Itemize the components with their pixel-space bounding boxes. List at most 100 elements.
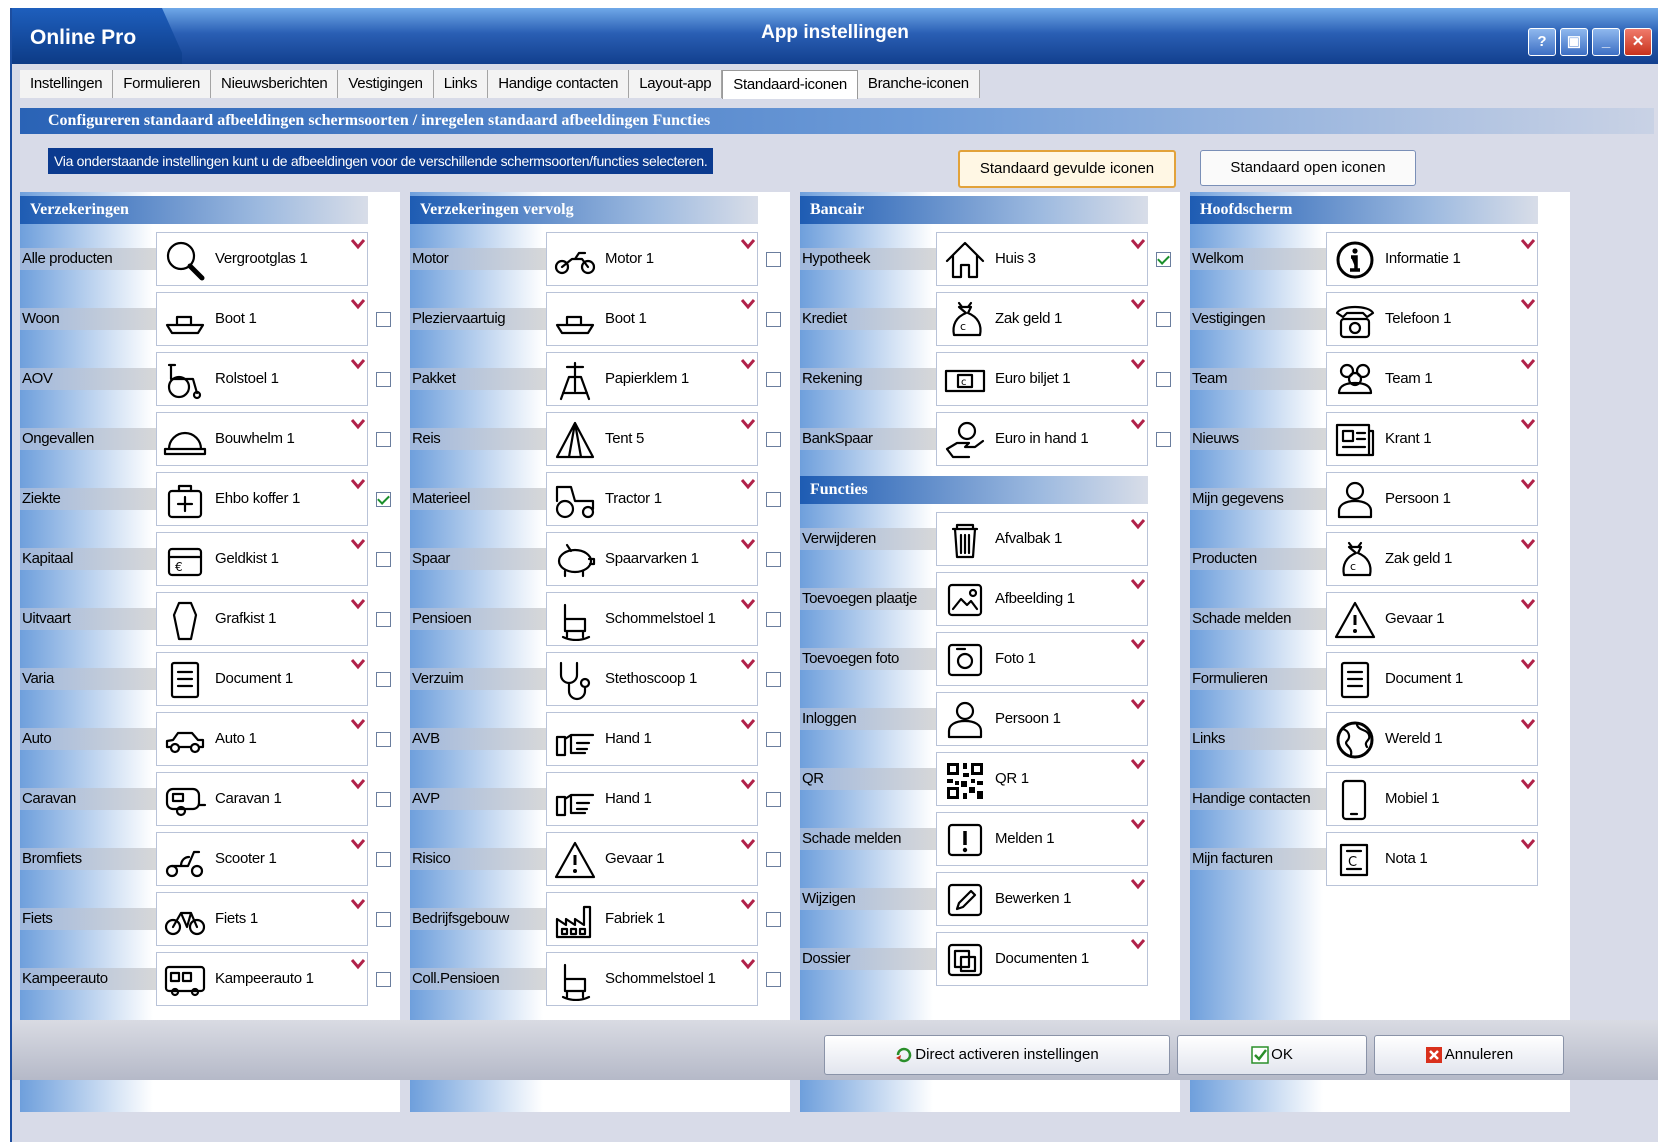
chevron-down-icon[interactable] xyxy=(741,297,755,311)
icon-select[interactable]: Krant 1 xyxy=(1326,412,1538,466)
chevron-down-icon[interactable] xyxy=(1521,597,1535,611)
enable-checkbox[interactable] xyxy=(376,312,391,327)
chevron-down-icon[interactable] xyxy=(1521,237,1535,251)
tab-vestigingen[interactable]: Vestigingen xyxy=(338,70,434,98)
icon-select[interactable]: Afbeelding 1 xyxy=(936,572,1148,626)
icon-select[interactable]: Scooter 1 xyxy=(156,832,368,886)
icon-select[interactable]: Papierklem 1 xyxy=(546,352,758,406)
enable-checkbox[interactable] xyxy=(376,492,391,507)
tab-standaard-iconen[interactable]: Standaard-iconen xyxy=(722,70,858,99)
enable-checkbox[interactable] xyxy=(766,972,781,987)
icon-select[interactable]: Bouwhelm 1 xyxy=(156,412,368,466)
tab-instellingen[interactable]: Instellingen xyxy=(20,70,114,98)
enable-checkbox[interactable] xyxy=(766,492,781,507)
chevron-down-icon[interactable] xyxy=(741,897,755,911)
icon-select[interactable]: c Zak geld 1 xyxy=(1326,532,1538,586)
icon-select[interactable]: Boot 1 xyxy=(156,292,368,346)
icon-select[interactable]: QR 1 xyxy=(936,752,1148,806)
icon-select[interactable]: Rolstoel 1 xyxy=(156,352,368,406)
enable-checkbox[interactable] xyxy=(376,972,391,987)
tab-formulieren[interactable]: Formulieren xyxy=(113,70,212,98)
icon-select[interactable]: Grafkist 1 xyxy=(156,592,368,646)
enable-checkbox[interactable] xyxy=(766,672,781,687)
icon-select[interactable]: c Euro biljet 1 xyxy=(936,352,1148,406)
cancel-button[interactable]: Annuleren xyxy=(1374,1035,1564,1075)
enable-checkbox[interactable] xyxy=(1156,312,1171,327)
enable-checkbox[interactable] xyxy=(766,852,781,867)
chevron-down-icon[interactable] xyxy=(1521,477,1535,491)
icon-select[interactable]: Bewerken 1 xyxy=(936,872,1148,926)
icon-select[interactable]: Vergrootglas 1 xyxy=(156,232,368,286)
icon-select[interactable]: Caravan 1 xyxy=(156,772,368,826)
chevron-down-icon[interactable] xyxy=(351,777,365,791)
icon-select[interactable]: Persoon 1 xyxy=(936,692,1148,746)
enable-checkbox[interactable] xyxy=(766,612,781,627)
chevron-down-icon[interactable] xyxy=(741,717,755,731)
tab-links[interactable]: Links xyxy=(433,70,489,98)
icon-select[interactable]: c Zak geld 1 xyxy=(936,292,1148,346)
standard-open-icons-button[interactable]: Standaard open iconen xyxy=(1200,150,1416,186)
enable-checkbox[interactable] xyxy=(1156,432,1171,447)
chevron-down-icon[interactable] xyxy=(1131,517,1145,531)
chevron-down-icon[interactable] xyxy=(1131,637,1145,651)
tab-nieuwsberichten[interactable]: Nieuwsberichten xyxy=(211,70,339,98)
chevron-down-icon[interactable] xyxy=(351,537,365,551)
chevron-down-icon[interactable] xyxy=(1131,577,1145,591)
icon-select[interactable]: Hand 1 xyxy=(546,772,758,826)
ok-button[interactable]: OK xyxy=(1177,1035,1367,1075)
enable-checkbox[interactable] xyxy=(376,912,391,927)
tab-branche-iconen[interactable]: Branche-iconen xyxy=(857,70,980,98)
chevron-down-icon[interactable] xyxy=(1521,537,1535,551)
icon-select[interactable]: Huis 3 xyxy=(936,232,1148,286)
enable-checkbox[interactable] xyxy=(766,732,781,747)
help-button[interactable]: ? xyxy=(1528,28,1556,56)
enable-checkbox[interactable] xyxy=(376,552,391,567)
icon-select[interactable]: Schommelstoel 1 xyxy=(546,952,758,1006)
close-button[interactable]: ✕ xyxy=(1624,28,1652,56)
enable-checkbox[interactable] xyxy=(766,552,781,567)
chevron-down-icon[interactable] xyxy=(1131,237,1145,251)
chevron-down-icon[interactable] xyxy=(1521,297,1535,311)
chevron-down-icon[interactable] xyxy=(351,717,365,731)
icon-select[interactable]: Mobiel 1 xyxy=(1326,772,1538,826)
icon-select[interactable]: Documenten 1 xyxy=(936,932,1148,986)
chevron-down-icon[interactable] xyxy=(1131,417,1145,431)
chevron-down-icon[interactable] xyxy=(1131,937,1145,951)
icon-select[interactable]: Wereld 1 xyxy=(1326,712,1538,766)
icon-select[interactable]: Afvalbak 1 xyxy=(936,512,1148,566)
icon-select[interactable]: Motor 1 xyxy=(546,232,758,286)
chevron-down-icon[interactable] xyxy=(741,777,755,791)
icon-select[interactable]: Team 1 xyxy=(1326,352,1538,406)
icon-select[interactable]: Schommelstoel 1 xyxy=(546,592,758,646)
enable-checkbox[interactable] xyxy=(766,792,781,807)
icon-select[interactable]: Foto 1 xyxy=(936,632,1148,686)
chevron-down-icon[interactable] xyxy=(1131,877,1145,891)
chevron-down-icon[interactable] xyxy=(1521,777,1535,791)
icon-select[interactable]: Hand 1 xyxy=(546,712,758,766)
icon-select[interactable]: Gevaar 1 xyxy=(546,832,758,886)
chevron-down-icon[interactable] xyxy=(1131,817,1145,831)
chevron-down-icon[interactable] xyxy=(1131,297,1145,311)
icon-select[interactable]: Gevaar 1 xyxy=(1326,592,1538,646)
icon-select[interactable]: Kampeerauto 1 xyxy=(156,952,368,1006)
chevron-down-icon[interactable] xyxy=(741,597,755,611)
chevron-down-icon[interactable] xyxy=(741,237,755,251)
chevron-down-icon[interactable] xyxy=(1521,657,1535,671)
restore-button[interactable]: ▣ xyxy=(1560,28,1588,56)
enable-checkbox[interactable] xyxy=(376,612,391,627)
icon-select[interactable]: Tent 5 xyxy=(546,412,758,466)
standard-filled-icons-button[interactable]: Standaard gevulde iconen xyxy=(958,150,1176,188)
icon-select[interactable]: Tractor 1 xyxy=(546,472,758,526)
tab-handige-contacten[interactable]: Handige contacten xyxy=(488,70,630,98)
chevron-down-icon[interactable] xyxy=(351,957,365,971)
minimize-button[interactable]: _ xyxy=(1592,28,1620,56)
enable-checkbox[interactable] xyxy=(376,792,391,807)
chevron-down-icon[interactable] xyxy=(741,537,755,551)
chevron-down-icon[interactable] xyxy=(351,297,365,311)
chevron-down-icon[interactable] xyxy=(1521,837,1535,851)
chevron-down-icon[interactable] xyxy=(1521,417,1535,431)
icon-select[interactable]: € Geldkist 1 xyxy=(156,532,368,586)
chevron-down-icon[interactable] xyxy=(351,897,365,911)
icon-select[interactable]: Document 1 xyxy=(1326,652,1538,706)
chevron-down-icon[interactable] xyxy=(741,417,755,431)
